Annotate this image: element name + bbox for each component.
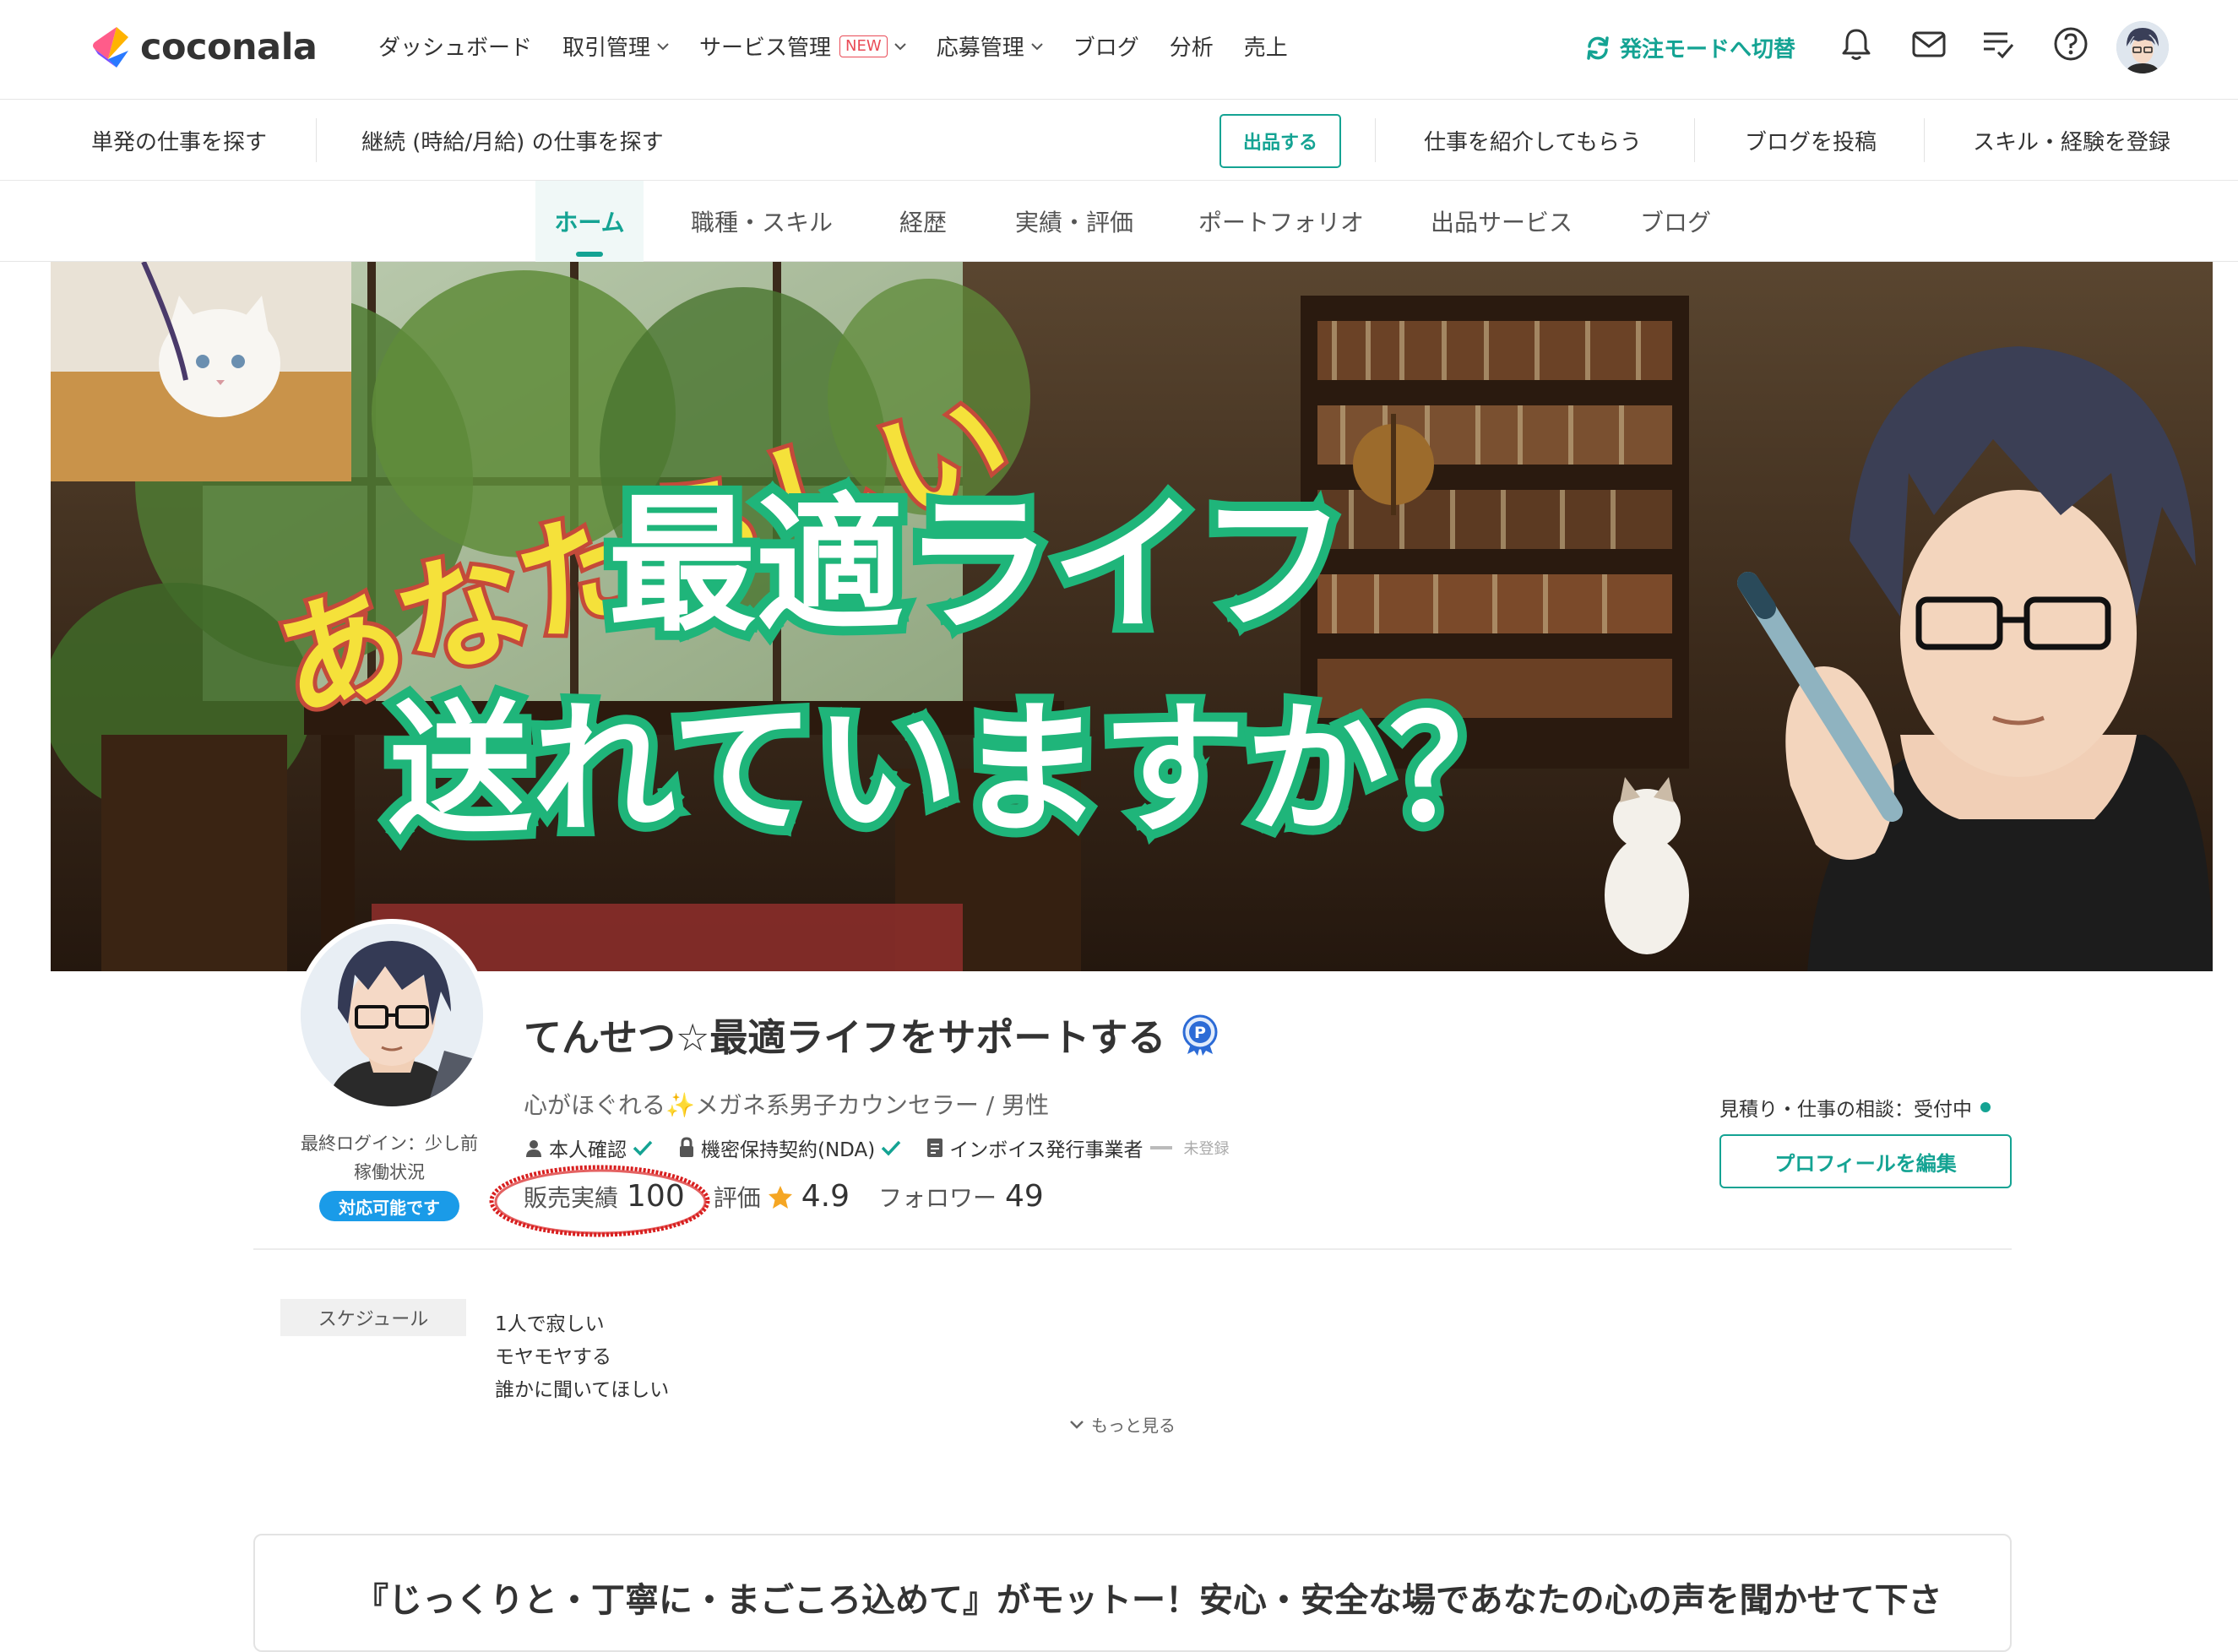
chevron-down-icon xyxy=(657,42,669,50)
nav-transactions-label: 取引管理 xyxy=(562,35,651,61)
tab-home[interactable]: ホーム xyxy=(535,181,644,262)
status-dot xyxy=(1980,1102,1991,1112)
post-service-button[interactable]: 出品する xyxy=(1219,114,1341,168)
chevron-down-icon xyxy=(894,42,906,50)
switch-to-buyer-mode-button[interactable]: 発注モードへ切替 xyxy=(1584,32,1795,63)
lock-icon xyxy=(680,1137,693,1157)
invoice-status: 未登録 xyxy=(1183,1140,1230,1158)
find-continuous-jobs-link[interactable]: 継続 (時給/月給) の仕事を探す xyxy=(361,125,664,156)
intro-line: 誰かに聞いてほしい xyxy=(495,1379,670,1401)
divider xyxy=(1375,118,1376,162)
help-icon[interactable] xyxy=(2052,25,2089,62)
consultation-status: 見積り・仕事の相談：受付中 xyxy=(1719,1093,1991,1122)
divider xyxy=(316,118,317,162)
switch-mode-label: 発注モードへ切替 xyxy=(1620,37,1796,62)
identity-verified: 本人確認 xyxy=(524,1133,659,1162)
motto-text: 『じっくりと・丁寧に・まごころ込めて』がモットー！安心・安全な場であなたの心の声… xyxy=(355,1581,1942,1620)
switch-arrows-icon xyxy=(1587,35,1609,60)
coconala-logo[interactable]: coconala xyxy=(91,25,318,69)
chevron-down-icon xyxy=(1070,1420,1084,1429)
show-more-button[interactable]: もっと見る xyxy=(1069,1412,1176,1437)
svg-text:P: P xyxy=(1194,1024,1206,1042)
schedule-label: スケジュール xyxy=(280,1299,466,1336)
todo-list-icon[interactable] xyxy=(1980,25,2017,62)
activity-status-label: 稼働状況 xyxy=(354,1162,425,1182)
nav-applications[interactable]: 応募管理 xyxy=(937,30,1043,62)
document-icon xyxy=(927,1138,943,1157)
nav-analytics-label: 分析 xyxy=(1169,35,1214,61)
nav-sales[interactable]: 売上 xyxy=(1244,30,1288,62)
pro-badge-icon: P xyxy=(1182,1014,1218,1056)
nav-dashboard[interactable]: ダッシュボード xyxy=(378,30,532,62)
intro-line: 1人で寂しい xyxy=(495,1313,605,1335)
profile-display-name: てんせつ☆最適ライフをサポートする P xyxy=(524,1007,1221,1062)
star-icon xyxy=(768,1185,792,1209)
check-icon xyxy=(881,1140,901,1156)
invoice-label: インボイス発行事業者 xyxy=(949,1139,1143,1161)
tab-blog[interactable]: ブログ xyxy=(1630,181,1721,262)
followers-label[interactable]: フォロワー xyxy=(878,1180,997,1214)
sub-header: 単発の仕事を探す 継続 (時給/月給) の仕事を探す 出品する 仕事を紹介しても… xyxy=(0,100,2238,181)
intro-line: モヤモヤする xyxy=(495,1346,611,1368)
motto-card: 『じっくりと・丁寧に・まごころ込めて』がモットー！安心・安全な場であなたの心の声… xyxy=(253,1534,2012,1652)
verification-row: 本人確認 機密保持契約(NDA) インボイス発行事業者 未登録 xyxy=(524,1133,1248,1162)
tab-results-reviews[interactable]: 実績・評価 xyxy=(1003,181,1145,262)
nda-signed: 機密保持契約(NDA) xyxy=(677,1133,907,1162)
tab-portfolio[interactable]: ポートフォリオ xyxy=(1191,181,1372,262)
profile-avatar xyxy=(296,919,488,1111)
profile-catchphrase: 心がほぐれる✨メガネ系男子カウンセラー / 男性 xyxy=(524,1091,1050,1119)
chevron-down-icon xyxy=(1030,42,1043,50)
nav-dashboard-label: ダッシュボード xyxy=(378,35,533,61)
nav-service-management[interactable]: サービス管理 NEW xyxy=(699,30,906,62)
section-divider xyxy=(253,1248,2012,1250)
register-skills-link[interactable]: スキル・経験を登録 xyxy=(1973,125,2170,156)
check-icon xyxy=(633,1140,653,1156)
nav-transactions[interactable]: 取引管理 xyxy=(562,30,669,62)
profile-name-text: てんせつ☆最適ライフをサポートする xyxy=(524,1015,1166,1060)
nav-applications-label: 応募管理 xyxy=(936,35,1024,61)
nav-service-management-label: サービス管理 xyxy=(699,35,832,61)
nav-analytics[interactable]: 分析 xyxy=(1170,30,1214,62)
post-blog-link[interactable]: ブログを投稿 xyxy=(1745,125,1877,156)
notification-bell-icon[interactable] xyxy=(1838,25,1875,62)
consultation-status-text: 見積り・仕事の相談：受付中 xyxy=(1719,1099,1972,1121)
tab-career[interactable]: 経歴 xyxy=(887,181,959,262)
cover-illustration: あなたらしい 最適ライフ 送れていますか？ xyxy=(51,262,2213,971)
profile-avatar-illustration xyxy=(301,924,483,1106)
cover-banner: あなたらしい 最適ライフ 送れていますか？ xyxy=(51,262,2213,971)
coconala-logo-icon xyxy=(93,27,128,68)
last-login: 最終ログイン：少し前 xyxy=(301,1133,478,1154)
identity-verified-label: 本人確認 xyxy=(549,1139,627,1161)
mail-icon[interactable] xyxy=(1910,25,1947,62)
logo-text: coconala xyxy=(140,26,318,68)
edit-profile-button[interactable]: プロフィールを編集 xyxy=(1719,1134,2012,1188)
rating-value: 4.9 xyxy=(801,1179,850,1214)
get-introduced-link[interactable]: 仕事を紹介してもらう xyxy=(1424,125,1642,156)
avatar-illustration xyxy=(2116,21,2169,73)
annotation-red-ellipse xyxy=(489,1165,710,1237)
tab-job-skills[interactable]: 職種・スキル xyxy=(676,181,848,262)
followers-value: 49 xyxy=(1005,1179,1044,1214)
nda-label: 機密保持契約(NDA) xyxy=(701,1139,876,1161)
rating-label: 評価 xyxy=(713,1184,761,1212)
new-badge: NEW xyxy=(839,35,888,57)
invoice-issuer: インボイス発行事業者 未登録 xyxy=(926,1133,1230,1162)
show-more-label: もっと見る xyxy=(1091,1416,1176,1436)
nav-blog[interactable]: ブログ xyxy=(1073,30,1139,62)
cover-line-3: 送れていますか？ xyxy=(388,687,1533,854)
tab-services[interactable]: 出品サービス xyxy=(1415,181,1588,262)
person-icon xyxy=(526,1140,541,1157)
availability-badge: 対応可能です xyxy=(319,1191,459,1221)
find-single-jobs-link[interactable]: 単発の仕事を探す xyxy=(91,125,267,156)
profile-tabs: ホーム 職種・スキル 経歴 実績・評価 ポートフォリオ 出品サービス ブログ xyxy=(0,181,2238,262)
top-header: coconala ダッシュボード 取引管理 サービス管理 NEW 応募管理 ブロ… xyxy=(0,0,2238,100)
user-avatar[interactable] xyxy=(2116,21,2169,73)
divider xyxy=(1924,118,1925,162)
nav-blog-label: ブログ xyxy=(1073,35,1139,61)
nav-sales-label: 売上 xyxy=(1243,35,1288,61)
main-nav: ダッシュボード 取引管理 サービス管理 NEW 応募管理 ブログ 分析 売上 xyxy=(378,30,1318,62)
cover-line-2: 最適ライフ xyxy=(608,481,1347,652)
divider xyxy=(1694,118,1695,162)
dash-icon xyxy=(1149,1146,1172,1149)
